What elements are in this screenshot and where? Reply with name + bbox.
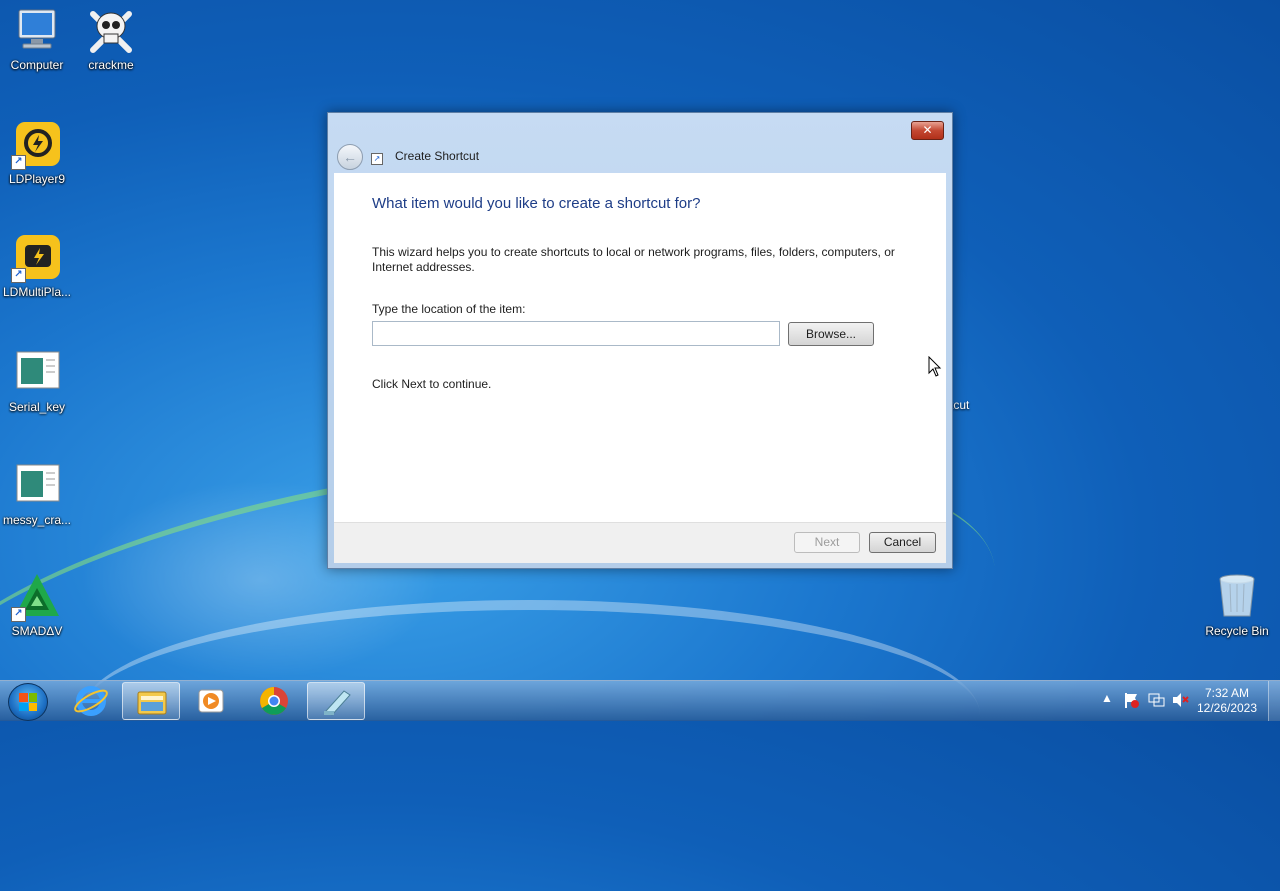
dialog-content: What item would you like to create a sho… [334, 173, 946, 522]
document-icon [13, 348, 61, 396]
browse-button[interactable]: Browse... [788, 322, 874, 346]
back-arrow-icon: ← [343, 149, 357, 165]
shortcut-arrow-icon: ↗ [11, 607, 26, 622]
clock-date: 12/26/2023 [1196, 701, 1258, 715]
back-button[interactable]: ← [337, 144, 363, 170]
next-button[interactable]: Next [794, 532, 860, 553]
desktop-icon-ldmultiplayer[interactable]: ↗ LDMultiPla... [0, 233, 74, 299]
media-player-icon [198, 689, 224, 713]
desktop-icon-label: Recycle Bin [1205, 624, 1269, 638]
ldmultiplayer-icon: ↗ [11, 233, 61, 283]
dialog-footer: Next Cancel [334, 522, 946, 563]
document-icon [13, 461, 61, 509]
create-shortcut-dialog: ✕ ← ↗ Create Shortcut What item would yo… [327, 112, 953, 569]
cancel-button[interactable]: Cancel [869, 532, 936, 553]
location-input[interactable] [372, 321, 780, 346]
desktop-icon-serial-key[interactable]: Serial_key [0, 348, 74, 414]
taskbar: ▲ 7:32 AM 12/26/2023 [0, 680, 1280, 721]
location-label: Type the location of the item: [372, 302, 526, 316]
shortcut-arrow-icon: ↗ [11, 268, 26, 283]
taskbar-media-player[interactable] [182, 682, 240, 720]
desktop-icon-crackme[interactable]: crackme [74, 6, 148, 72]
dialog-title: Create Shortcut [395, 149, 480, 163]
desktop-icon-label: LDPlayer9 [8, 172, 66, 186]
continue-text: Click Next to continue. [372, 377, 492, 391]
volume-muted-icon[interactable] [1171, 691, 1189, 712]
start-button[interactable] [8, 683, 48, 721]
desktop-icon-label: Serial_key [8, 400, 66, 414]
windows-logo-icon [19, 693, 37, 711]
desktop-icon-ldplayer9[interactable]: ↗ LDPlayer9 [0, 120, 74, 186]
internet-explorer-icon [74, 686, 108, 716]
taskbar-chrome[interactable] [245, 682, 303, 720]
smadav-icon: ↗ [11, 572, 61, 622]
computer-icon [13, 6, 61, 54]
taskbar-shortcut-wizard[interactable] [307, 682, 365, 720]
desktop-icon-label: LDMultiPla... [2, 285, 72, 299]
shortcut-arrow-icon: ↗ [11, 155, 26, 170]
desktop-icon-smadav[interactable]: ↗ SMADΔV [0, 572, 74, 638]
ldplayer-icon: ↗ [11, 120, 61, 170]
taskbar-file-explorer[interactable] [122, 682, 180, 720]
close-button[interactable]: ✕ [911, 121, 944, 140]
wizard-description: This wizard helps you to create shortcut… [372, 245, 895, 274]
recycle-bin-icon [1213, 572, 1261, 620]
desktop-icon-recycle-bin[interactable]: Recycle Bin [1200, 572, 1274, 638]
desktop-icon-label: Computer [10, 58, 64, 72]
shortcut-arrow-icon: ↗ [371, 153, 383, 165]
file-explorer-icon [137, 691, 167, 715]
desktop-icon-computer[interactable]: Computer [0, 6, 74, 72]
taskbar-internet-explorer[interactable] [62, 682, 120, 720]
desktop-icon-label: SMADΔV [11, 624, 63, 638]
tray-chevron-icon[interactable]: ▲ [1101, 691, 1113, 705]
network-icon[interactable] [1147, 691, 1165, 712]
desktop-icon-label: crackme [88, 58, 134, 72]
action-center-icon[interactable] [1122, 691, 1140, 712]
desktop-icon-messy-crackme[interactable]: messy_cra... [0, 461, 74, 527]
show-desktop-button[interactable] [1268, 681, 1280, 721]
desktop-icon-label: messy_cra... [2, 513, 71, 527]
skull-icon [87, 6, 135, 54]
clock[interactable]: 7:32 AM 12/26/2023 [1192, 686, 1262, 716]
chrome-icon [260, 687, 288, 715]
clock-time: 7:32 AM [1204, 686, 1250, 700]
mouse-cursor-icon [928, 355, 942, 383]
wizard-heading: What item would you like to create a sho… [372, 195, 701, 212]
wizard-icon [324, 690, 351, 716]
